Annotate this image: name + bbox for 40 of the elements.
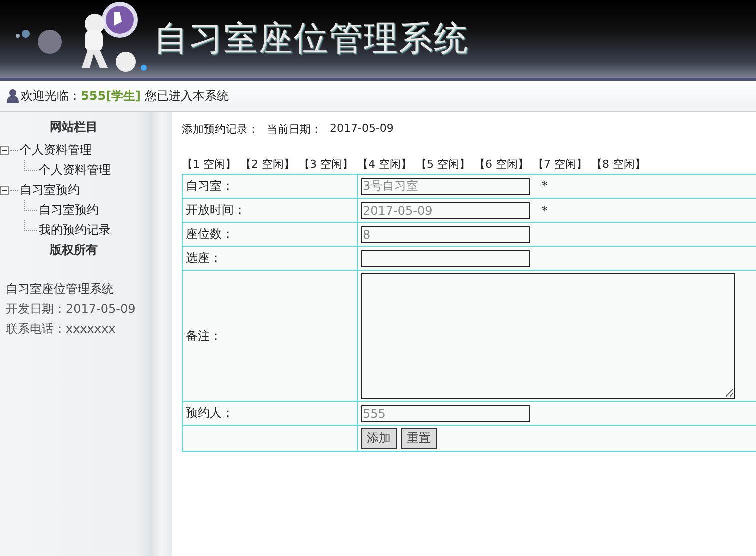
tree-item[interactable]: 个人资料管理 (39, 162, 111, 178)
field-label: 备注： (182, 270, 358, 402)
form-button[interactable]: 重置 (401, 428, 437, 449)
input-field[interactable] (361, 250, 530, 267)
required-mark: * (542, 204, 548, 218)
seat-status: 【2 空闲】 (240, 157, 295, 172)
seat-status: 【4 空闲】 (358, 157, 412, 172)
seat-status: 【8 空闲】 (592, 157, 646, 172)
sidebar-heading: 版权所有 (48, 242, 99, 259)
tree-item[interactable]: 我的预约记录 (39, 222, 111, 238)
field-label: 自习室： (182, 174, 358, 198)
field-label: 选座： (182, 246, 358, 270)
date-label: 当前日期： (267, 122, 322, 137)
tree-item[interactable]: 个人资料管理 (20, 142, 92, 158)
current-date: 2017-05-09 (330, 122, 394, 137)
remarks-field[interactable] (361, 273, 735, 399)
user-name: 555[学生] (81, 88, 142, 104)
form-button[interactable]: 添加 (361, 428, 397, 449)
collapse-icon[interactable] (0, 186, 9, 194)
welcome-message: 您已进入本系统 (145, 88, 230, 104)
seat-status: 【3 空闲】 (299, 157, 354, 172)
sidebar-heading: 网站栏目 (49, 119, 99, 136)
user-icon (6, 89, 20, 103)
tree-item[interactable]: 自习室预约 (39, 202, 99, 218)
seat-status: 【1 空闲】 (182, 157, 236, 172)
info-text: 自习室座位管理系统 (6, 281, 115, 298)
welcome-label: 欢迎光临： (21, 88, 81, 104)
field-label: 开放时间： (182, 198, 358, 222)
form-heading: 添加预约记录： (182, 122, 259, 137)
info-text: 开发日期：2017-05-09 (6, 301, 137, 318)
info-text: 联系电话：xxxxxxx (6, 321, 117, 338)
collapse-icon[interactable] (0, 146, 9, 154)
seat-status: 【7 空闲】 (533, 157, 588, 172)
site-title: 自习室座位管理系统 (154, 20, 469, 60)
tree-item[interactable]: 自习室预约 (20, 182, 80, 198)
field-label: 预约人： (182, 402, 358, 426)
field-label: 座位数： (182, 222, 358, 246)
seat-status: 【6 空闲】 (474, 157, 529, 172)
seat-status: 【5 空闲】 (416, 157, 470, 172)
required-mark: * (542, 179, 548, 193)
